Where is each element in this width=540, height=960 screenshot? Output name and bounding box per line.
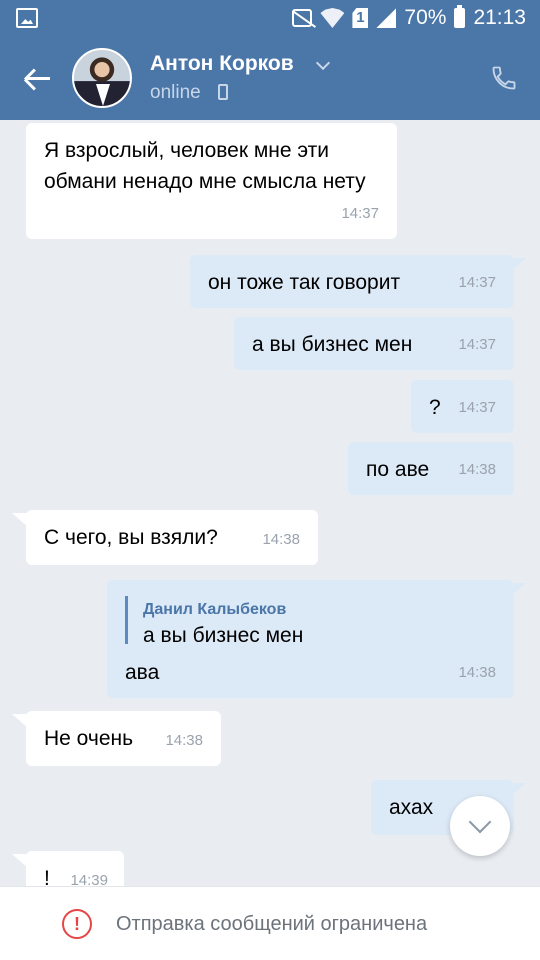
mute-icon: [292, 9, 313, 27]
outgoing-message[interactable]: а вы бизнес мен 14:37: [234, 317, 514, 370]
presence-status: online: [150, 82, 201, 103]
reply-text: а вы бизнес мен: [143, 624, 304, 647]
call-icon[interactable]: [490, 64, 518, 92]
chat-header: Антон Корков online: [0, 38, 540, 120]
mobile-device-icon: [218, 84, 228, 100]
outgoing-message[interactable]: он тоже так говорит 14:37: [190, 255, 514, 308]
outgoing-reply-message[interactable]: Данил Калыбеков а вы бизнес мен ава 14:3…: [107, 580, 514, 698]
message-time: 14:37: [458, 274, 496, 291]
message-time: 14:37: [341, 205, 379, 222]
incoming-message[interactable]: Не очень 14:38: [26, 711, 221, 766]
message-text: ахах: [389, 796, 434, 819]
incoming-message[interactable]: Я взрослый, человек мне эти обмани ненад…: [26, 123, 397, 239]
message-time: 14:37: [458, 336, 496, 353]
reply-quote-bar: [125, 596, 128, 644]
scroll-to-bottom-button[interactable]: [450, 796, 510, 856]
contact-name[interactable]: Антон Корков: [150, 52, 294, 76]
message-text: С чего, вы взяли?: [44, 526, 218, 549]
message-time: 14:39: [70, 872, 108, 886]
gallery-notification-icon: [16, 8, 38, 28]
restriction-text: Отправка сообщений ограничена: [116, 913, 428, 935]
message-text: ава: [125, 661, 160, 684]
warning-icon: !: [62, 909, 92, 939]
message-time: 14:38: [458, 461, 496, 478]
chevron-down-icon[interactable]: [315, 55, 331, 71]
battery-icon: [454, 5, 466, 28]
message-text: ?: [429, 396, 441, 419]
status-bar: 1 70% 21:13: [0, 0, 540, 38]
message-time: 14:38: [262, 531, 300, 548]
wifi-icon: [320, 8, 345, 28]
outgoing-message[interactable]: ? 14:37: [411, 380, 514, 433]
message-text: он тоже так говорит: [208, 271, 401, 294]
sim-icon: 1: [352, 8, 369, 28]
message-text: Не очень: [44, 727, 134, 750]
message-time: 14:37: [458, 399, 496, 416]
battery-percent: 70%: [404, 6, 447, 29]
message-text: а вы бизнес мен: [252, 333, 413, 356]
message-restriction-bar: ! Отправка сообщений ограничена: [0, 886, 540, 960]
back-arrow-icon[interactable]: [22, 62, 54, 94]
message-time: 14:38: [165, 732, 203, 749]
signal-icon: [376, 8, 397, 28]
incoming-message[interactable]: ! 14:39: [26, 851, 124, 886]
clock: 21:13: [473, 6, 526, 29]
outgoing-message[interactable]: по аве 14:38: [348, 442, 514, 495]
message-time: 14:38: [458, 664, 496, 681]
message-text: Я взрослый, человек мне эти обмани ненад…: [44, 139, 366, 193]
incoming-message[interactable]: С чего, вы взяли? 14:38: [26, 510, 318, 565]
message-text: !: [44, 867, 50, 886]
message-text: по аве: [366, 458, 430, 481]
avatar[interactable]: [72, 48, 132, 108]
message-list[interactable]: Я взрослый, человек мне эти обмани ненад…: [0, 120, 540, 886]
status-icons: 1 70% 21:13: [292, 5, 526, 30]
